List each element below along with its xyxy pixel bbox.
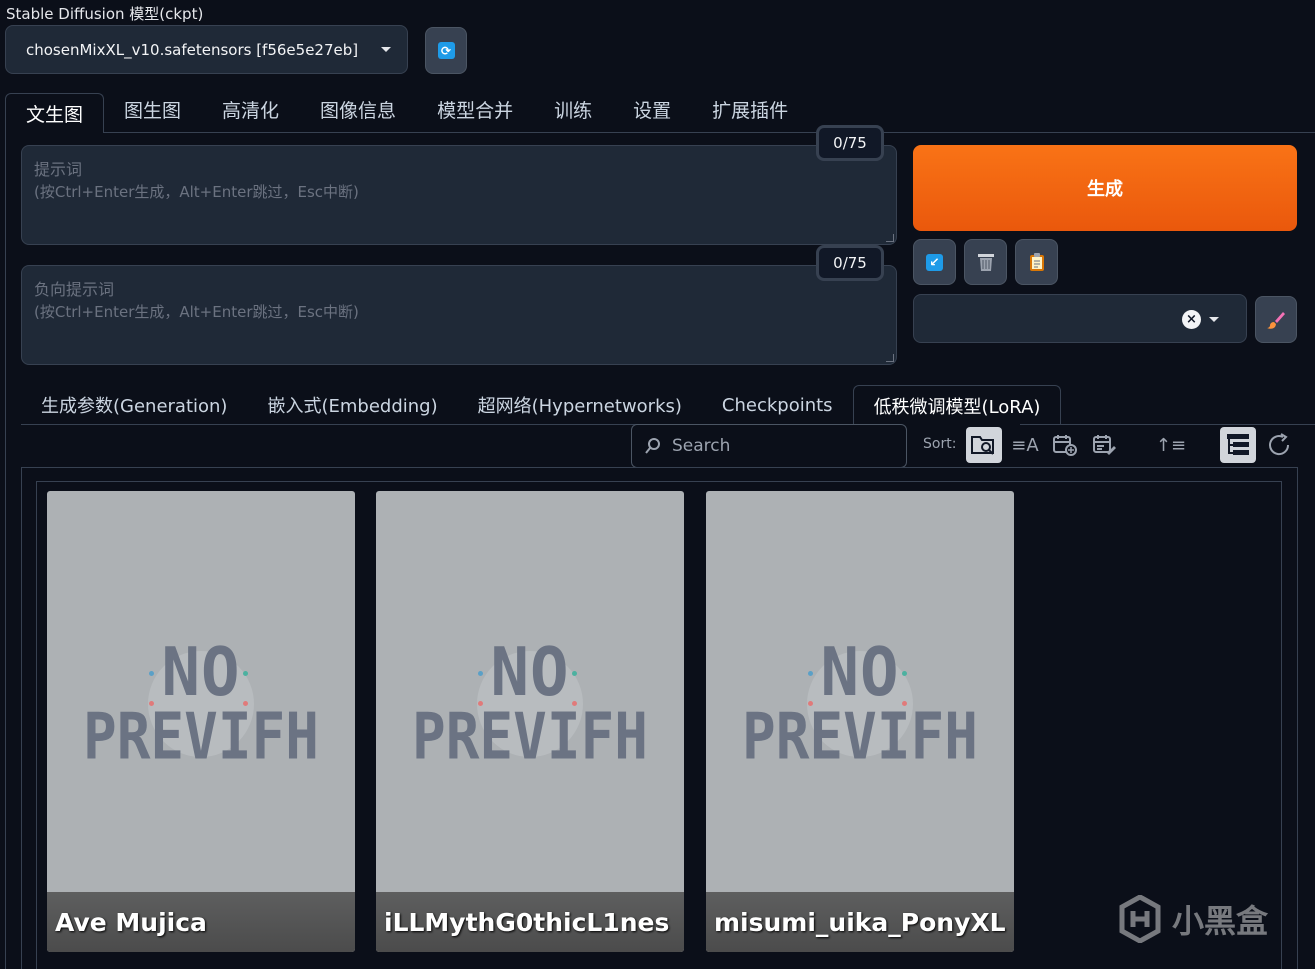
card-title: iLLMythG0thicL1nes (376, 892, 684, 952)
tab-checkpoint-merger[interactable]: 模型合并 (437, 93, 513, 133)
generate-button[interactable]: 生成 (913, 145, 1297, 231)
tab-embedding[interactable]: 嵌入式(Embedding) (247, 385, 457, 425)
tab-train[interactable]: 训练 (554, 93, 592, 133)
tab-generation[interactable]: 生成参数(Generation) (21, 385, 247, 425)
refresh-icon[interactable] (1261, 427, 1297, 463)
tab-txt2img[interactable]: 文生图 (5, 93, 105, 133)
prompt-input[interactable]: 提示词 (按Ctrl+Enter生成，Alt+Enter跳过，Esc中断) (21, 145, 897, 245)
tab-extensions[interactable]: 扩展插件 (712, 93, 788, 133)
tab-divider (1020, 424, 1315, 425)
checkpoint-value: chosenMixXL_v10.safetensors [f56e5e27eb] (26, 40, 359, 59)
clipboard-icon (1029, 253, 1044, 271)
chevron-down-icon (381, 47, 391, 52)
sort-order-icon[interactable]: ↑≡ (1153, 427, 1189, 463)
tab-checkpoints[interactable]: Checkpoints (702, 385, 853, 425)
search-icon (645, 438, 660, 454)
resize-handle[interactable] (886, 354, 894, 362)
watermark: 小黑盒 (1118, 895, 1268, 943)
panel-border (5, 132, 6, 969)
negative-prompt-hint: (按Ctrl+Enter生成，Alt+Enter跳过，Esc中断) (34, 303, 359, 321)
no-preview-image: NO PREVIFH (376, 634, 684, 791)
tab-divider (103, 132, 1315, 133)
no-preview-text: PREVIFH (411, 700, 648, 775)
lora-card[interactable]: NO PREVIFH iLLMythG0thicL1nes (376, 491, 684, 952)
prompt-placeholder: 提示词 (34, 160, 83, 179)
heybox-logo-icon (1119, 895, 1161, 943)
sort-label: Sort: (923, 436, 957, 452)
extra-networks-tabs: 生成参数(Generation) 嵌入式(Embedding) 超网络(Hype… (21, 385, 1062, 425)
paintbrush-icon (1267, 311, 1285, 329)
refresh-icon: ⟳ (437, 42, 455, 59)
tab-hypernetworks[interactable]: 超网络(Hypernetworks) (458, 385, 702, 425)
refresh-checkpoints-button[interactable]: ⟳ (425, 27, 467, 74)
apply-style-button[interactable] (1015, 239, 1058, 285)
tab-settings[interactable]: 设置 (633, 93, 671, 133)
lora-card[interactable]: NO PREVIFH Ave Mujica (47, 491, 355, 952)
prompt-hint: (按Ctrl+Enter生成，Alt+Enter跳过，Esc中断) (34, 183, 359, 201)
main-tabs: 文生图 图生图 高清化 图像信息 模型合并 训练 设置 扩展插件 (5, 93, 829, 133)
prompt-token-counter: 0/75 (816, 125, 884, 161)
clear-prompt-button[interactable] (964, 239, 1007, 285)
watermark-text: 小黑盒 (1172, 902, 1269, 940)
tab-img2img[interactable]: 图生图 (124, 93, 181, 133)
no-preview-text: NO (820, 634, 900, 712)
search-placeholder: Search (672, 436, 731, 456)
negative-prompt-placeholder: 负向提示词 (34, 280, 115, 299)
tree-view-icon[interactable] (1220, 427, 1256, 463)
search-input[interactable]: Search (631, 424, 907, 468)
sort-by-date-modified-icon[interactable] (1087, 427, 1123, 463)
edit-styles-button[interactable] (1255, 296, 1297, 343)
no-preview-text: PREVIFH (741, 700, 978, 775)
no-preview-text: PREVIFH (82, 700, 319, 775)
negative-prompt-token-counter: 0/75 (816, 245, 884, 281)
tab-png-info[interactable]: 图像信息 (320, 93, 396, 133)
card-title: misumi_uika_PonyXL (706, 892, 1014, 952)
no-preview-text: NO (161, 634, 241, 712)
tab-lora[interactable]: 低秩微调模型(LoRA) (852, 385, 1062, 425)
no-preview-image: NO PREVIFH (706, 634, 1014, 791)
trash-icon (977, 254, 994, 271)
negative-prompt-input[interactable]: 负向提示词 (按Ctrl+Enter生成，Alt+Enter跳过，Esc中断) (21, 265, 897, 365)
lora-card[interactable]: NO PREVIFH misumi_uika_PonyXL (706, 491, 1014, 952)
resize-handle[interactable] (886, 234, 894, 242)
styles-dropdown[interactable]: × (913, 294, 1247, 343)
clear-icon[interactable]: × (1182, 310, 1201, 329)
arrow-down-left-icon: ↙ (926, 253, 943, 271)
no-preview-text: NO (490, 634, 570, 712)
sort-by-date-created-icon[interactable] (1047, 427, 1083, 463)
sort-by-name-icon[interactable]: ≡A (1007, 427, 1043, 463)
checkpoint-dropdown[interactable]: chosenMixXL_v10.safetensors [f56e5e27eb] (5, 25, 408, 74)
sort-by-path-icon[interactable] (966, 427, 1002, 463)
no-preview-image: NO PREVIFH (47, 634, 355, 791)
card-title: Ave Mujica (47, 892, 355, 952)
chevron-down-icon (1209, 317, 1219, 322)
tab-extras[interactable]: 高清化 (222, 93, 279, 133)
checkpoint-label: Stable Diffusion 模型(ckpt) (6, 5, 204, 23)
read-params-button[interactable]: ↙ (913, 239, 956, 285)
